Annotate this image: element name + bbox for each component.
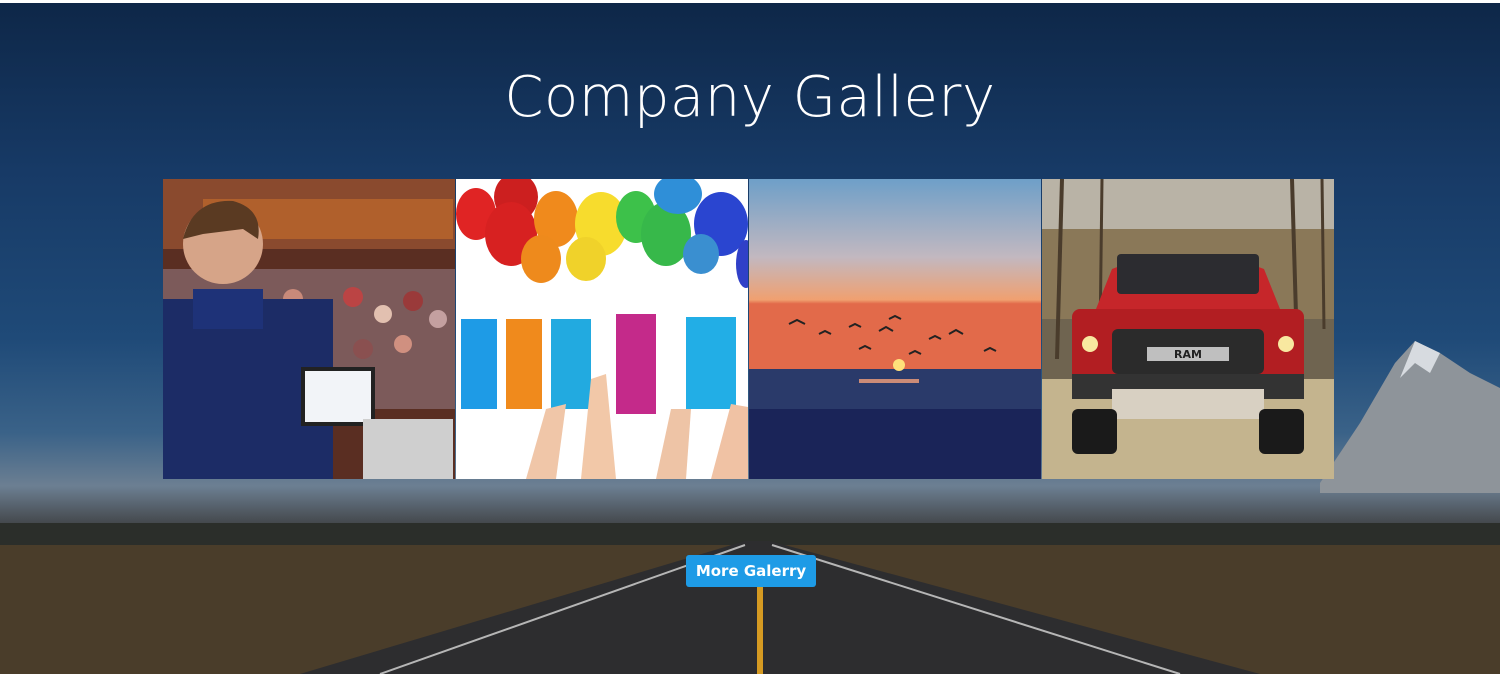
gallery-image-event-balloons[interactable] [456, 179, 748, 479]
page-title: Company Gallery [504, 65, 996, 130]
gallery-section: Company Gallery RAM More Galerry [0, 3, 1500, 674]
gallery-grid: RAM [163, 179, 1334, 479]
truck-badge: RAM [1174, 348, 1202, 361]
gallery-image-sunset-beach[interactable] [749, 179, 1041, 479]
background-mountain [1320, 341, 1500, 493]
more-gallery-button[interactable]: More Galerry [686, 555, 816, 587]
background-road-landscape [0, 523, 1500, 674]
gallery-image-red-truck[interactable]: RAM [1042, 179, 1334, 479]
gallery-image-conference[interactable] [163, 179, 455, 479]
